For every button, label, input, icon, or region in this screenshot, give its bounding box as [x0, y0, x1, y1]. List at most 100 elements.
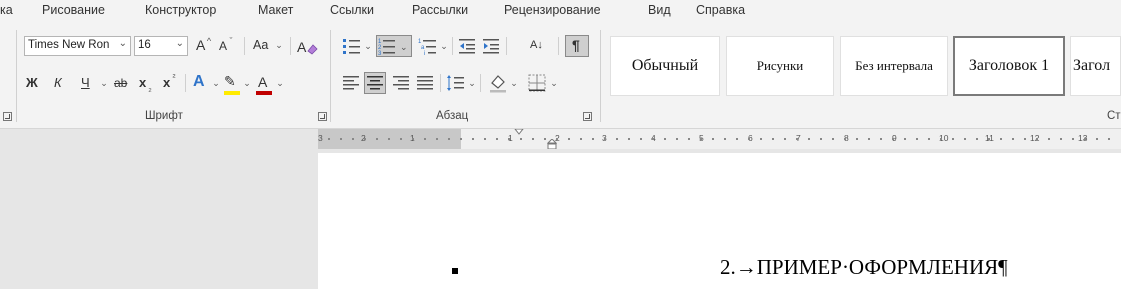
tab-mailings[interactable]: Рассылки: [412, 3, 468, 17]
decrease-indent-icon[interactable]: [458, 37, 476, 55]
ruler-tick: [592, 138, 594, 140]
ruler-tick: [1060, 138, 1062, 140]
styles-group-label: Ст: [1107, 110, 1121, 122]
tab-review[interactable]: Рецензирование: [504, 3, 601, 17]
borders-icon[interactable]: [528, 74, 546, 92]
chevron-down-icon[interactable]: ⌄: [550, 73, 558, 93]
ruler-tick: [772, 138, 774, 140]
ruler-tick: [1024, 138, 1026, 140]
numbering-button[interactable]: 1 2 3 ⌄: [376, 35, 412, 57]
ruler-tick: [940, 138, 942, 140]
multilevel-list-icon[interactable]: 1 a i: [418, 37, 438, 55]
font-size-combo[interactable]: 16 ⌄: [134, 36, 188, 56]
chevron-down-icon[interactable]: ⌄: [119, 38, 127, 49]
ruler-tick: [604, 138, 606, 140]
ruler-tick: [676, 138, 678, 140]
divider: [185, 74, 186, 92]
ruler-tick: [712, 138, 714, 140]
ruler-tick: [988, 138, 990, 140]
ruler-tick: [976, 138, 978, 140]
ruler-tick: [400, 138, 402, 140]
tab-view[interactable]: Вид: [648, 3, 671, 17]
change-case-button[interactable]: Aa: [253, 35, 268, 55]
ruler-tick: [628, 138, 630, 140]
style-heading-1[interactable]: Заголовок 1: [953, 36, 1065, 96]
ruler-tick: [880, 138, 882, 140]
ruler-tick: [892, 138, 894, 140]
ruler-tick: [1048, 138, 1050, 140]
ruler-tick: [568, 138, 570, 140]
chevron-down-icon[interactable]: ⌄: [176, 38, 184, 49]
chevron-down-icon[interactable]: ⌄: [276, 73, 284, 93]
justify-icon[interactable]: [416, 74, 434, 92]
show-marks-toggle[interactable]: ¶: [565, 35, 589, 57]
line-spacing-icon[interactable]: [446, 74, 466, 92]
tab-insert-partial[interactable]: ка: [0, 3, 13, 17]
ruler-tick: [808, 138, 810, 140]
tab-draw[interactable]: Рисование: [42, 3, 105, 17]
ruler-tick: [844, 138, 846, 140]
group-separator: [16, 30, 17, 122]
chevron-down-icon[interactable]: ⌄: [243, 73, 251, 93]
ribbon: Times New Ron ⌄ 16 ⌄ A ^ A ˇ Aa ⌄ A Ж К …: [0, 22, 1121, 129]
document-heading[interactable]: 2.→ПРИМЕР·ОФОРМЛЕНИЯ¶: [720, 255, 1008, 280]
bullets-icon[interactable]: [342, 37, 362, 55]
chevron-down-icon[interactable]: ⌄: [510, 73, 518, 93]
tab-layout[interactable]: Макет: [258, 3, 293, 17]
highlight-color-bar: [224, 91, 240, 95]
italic-button[interactable]: К: [54, 73, 62, 93]
first-line-indent-marker[interactable]: [514, 129, 524, 136]
style-normal[interactable]: Обычный: [610, 36, 720, 96]
chevron-down-icon[interactable]: ⌄: [212, 73, 220, 93]
strikethrough-button[interactable]: ab: [114, 73, 127, 93]
font-name-combo[interactable]: Times New Ron ⌄: [24, 36, 131, 56]
grow-font-button[interactable]: A: [196, 35, 205, 55]
tab-help[interactable]: Справка: [696, 3, 745, 17]
chevron-down-icon[interactable]: ⌄: [440, 36, 448, 56]
sort-button[interactable]: А↓: [530, 35, 543, 55]
tab-design[interactable]: Конструктор: [145, 3, 216, 17]
ruler-number: 12: [1030, 133, 1040, 143]
pilcrow-icon: ¶: [572, 37, 580, 53]
shading-icon[interactable]: [488, 73, 508, 93]
font-group-label: Шрифт: [145, 110, 183, 122]
ruler-tick: [328, 138, 330, 140]
clipboard-dialog-launcher[interactable]: [3, 112, 12, 121]
align-left-icon[interactable]: [342, 74, 360, 92]
tab-references[interactable]: Ссылки: [330, 3, 374, 17]
divider: [290, 37, 291, 55]
increase-indent-icon[interactable]: [482, 37, 500, 55]
ruler-tick: [1036, 138, 1038, 140]
bold-button[interactable]: Ж: [26, 73, 38, 93]
paragraph-dialog-launcher[interactable]: [583, 112, 592, 121]
align-right-icon[interactable]: [392, 74, 410, 92]
divider: [480, 74, 481, 92]
ruler-tick: [916, 138, 918, 140]
ruler-tick: [508, 138, 510, 140]
chevron-down-icon[interactable]: ⌄: [100, 73, 108, 93]
ruler-number: 13: [1078, 133, 1088, 143]
superscript-mark-icon: ²: [172, 72, 176, 82]
ruler-tick: [616, 138, 618, 140]
ruler-tick: [784, 138, 786, 140]
style-pictures[interactable]: Рисунки: [726, 36, 834, 96]
ruler-tick: [364, 138, 366, 140]
highlight-button[interactable]: ✎: [224, 71, 236, 91]
svg-text:⌄: ⌄: [400, 42, 408, 52]
font-color-button[interactable]: A: [258, 72, 267, 92]
horizontal-ruler[interactable]: 3 2 1 1 2 3 4 5 6 7 8 9 10 11 12 13: [318, 129, 1121, 150]
chevron-down-icon[interactable]: ⌄: [364, 36, 372, 56]
group-separator: [600, 30, 601, 122]
align-center-button[interactable]: [364, 72, 386, 94]
style-heading-2[interactable]: Загол: [1070, 36, 1121, 96]
underline-button[interactable]: Ч: [81, 73, 90, 93]
font-dialog-launcher[interactable]: [318, 112, 327, 121]
style-no-spacing[interactable]: Без интервала: [840, 36, 948, 96]
chevron-down-icon[interactable]: ⌄: [468, 73, 476, 93]
chevron-down-icon[interactable]: ⌄: [275, 35, 283, 55]
svg-text:3: 3: [378, 51, 382, 56]
clear-formatting-icon[interactable]: A: [296, 37, 318, 57]
text-effects-button[interactable]: A: [193, 72, 205, 92]
shrink-font-button[interactable]: A: [219, 36, 227, 56]
divider: [558, 37, 559, 55]
